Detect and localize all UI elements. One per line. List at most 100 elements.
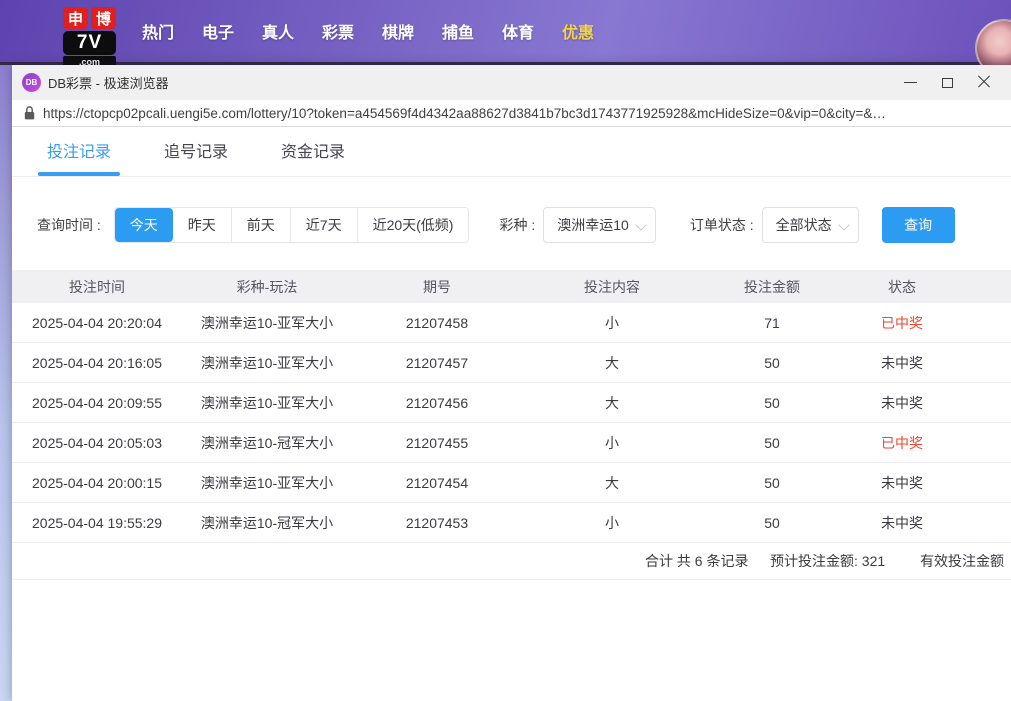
window-title: DB彩票 - 极速浏览器: [48, 73, 169, 92]
time-filter-group: 今天昨天前天近7天近20天(低频): [114, 207, 470, 243]
nav-item-sports[interactable]: 体育: [488, 19, 548, 43]
table-row: 2025-04-04 20:00:15澳洲幸运10-亚军大小21207454大5…: [12, 463, 1011, 503]
time-option-3[interactable]: 近7天: [290, 208, 357, 242]
cell-time: 2025-04-04 20:00:15: [12, 475, 182, 491]
minimize-button[interactable]: [892, 65, 929, 100]
cell-status: 已中奖: [842, 313, 962, 333]
filter-bar: 查询时间 : 今天昨天前天近7天近20天(低频) 彩种 : 澳洲幸运10 订单状…: [37, 207, 1011, 243]
cell-content: 大: [522, 393, 702, 413]
nav-item-hot[interactable]: 热门: [128, 19, 188, 43]
cell-content: 小: [522, 313, 702, 333]
nav-item-live[interactable]: 真人: [248, 19, 308, 43]
record-tabs: 投注记录追号记录资金记录: [12, 127, 1011, 177]
app-icon-text: DB: [26, 78, 38, 87]
chevron-down-icon: [838, 219, 849, 230]
time-filter-label: 查询时间 :: [37, 215, 101, 235]
url-bar[interactable]: https://ctopcp02pcali.uengi5e.com/lotter…: [12, 100, 1011, 127]
time-option-4[interactable]: 近20天(低频): [357, 208, 469, 242]
cell-issue: 21207458: [352, 315, 522, 331]
cell-content: 大: [522, 473, 702, 493]
cell-issue: 21207455: [352, 435, 522, 451]
browser-app-icon: DB: [22, 73, 41, 92]
summary-total: 合计 共 6 条记录: [645, 551, 748, 571]
column-header-5: 状态: [842, 277, 962, 297]
screen: 申 博 7V .com 热门电子真人彩票棋牌捕鱼体育优惠 DB DB彩票 - 极…: [0, 0, 1011, 701]
column-header-3: 投注内容: [522, 277, 702, 297]
cell-time: 2025-04-04 20:16:05: [12, 355, 182, 371]
time-option-0[interactable]: 今天: [115, 208, 173, 242]
tab-chase-records[interactable]: 追号记录: [155, 138, 237, 176]
status-filter-label: 订单状态 :: [690, 215, 754, 235]
logo-brand: 7V: [63, 31, 116, 55]
nav-item-promo[interactable]: 优惠: [548, 19, 608, 43]
logo-badge-1: 申: [63, 7, 88, 29]
cell-game: 澳洲幸运10-亚军大小: [182, 473, 352, 493]
cell-game: 澳洲幸运10-冠军大小: [182, 433, 352, 453]
cell-game: 澳洲幸运10-亚军大小: [182, 353, 352, 373]
table-row: 2025-04-04 20:09:55澳洲幸运10-亚军大小21207456大5…: [12, 383, 1011, 423]
cell-status: 未中奖: [842, 513, 962, 533]
site-logo[interactable]: 申 博 7V .com: [63, 7, 119, 67]
cell-issue: 21207457: [352, 355, 522, 371]
tab-fund-records[interactable]: 资金记录: [272, 138, 354, 176]
nav-item-lottery[interactable]: 彩票: [308, 19, 368, 43]
browser-window: DB DB彩票 - 极速浏览器 https://ctopcp02pcali.ue…: [12, 65, 1011, 701]
query-button[interactable]: 查询: [882, 207, 955, 243]
summary-expected-amount: 预计投注金额: 321: [770, 551, 885, 571]
order-status-value: 全部状态: [776, 215, 832, 235]
page-content: 投注记录追号记录资金记录 查询时间 : 今天昨天前天近7天近20天(低频) 彩种…: [12, 127, 1011, 580]
cell-time: 2025-04-04 20:09:55: [12, 395, 182, 411]
lottery-filter-label: 彩种 :: [499, 215, 535, 235]
cell-time: 2025-04-04 20:05:03: [12, 435, 182, 451]
logo-badge-2: 博: [91, 7, 116, 29]
bet-records-table: 投注时间彩种-玩法期号投注内容投注金额状态 2025-04-04 20:20:0…: [12, 270, 1011, 580]
cell-amount: 50: [702, 515, 842, 531]
cell-amount: 50: [702, 355, 842, 371]
cell-game: 澳洲幸运10-亚军大小: [182, 313, 352, 333]
nav-item-chess[interactable]: 棋牌: [368, 19, 428, 43]
cell-issue: 21207453: [352, 515, 522, 531]
minimize-icon: [904, 82, 917, 83]
url-text: https://ctopcp02pcali.uengi5e.com/lotter…: [43, 106, 886, 121]
logo-badges: 申 博: [63, 7, 119, 29]
site-header: 申 博 7V .com 热门电子真人彩票棋牌捕鱼体育优惠: [0, 0, 1011, 65]
table-row: 2025-04-04 20:16:05澳洲幸运10-亚军大小21207457大5…: [12, 343, 1011, 383]
time-option-1[interactable]: 昨天: [173, 208, 231, 242]
cell-amount: 50: [702, 395, 842, 411]
column-header-2: 期号: [352, 277, 522, 297]
table-row: 2025-04-04 20:05:03澳洲幸运10-冠军大小21207455小5…: [12, 423, 1011, 463]
chevron-down-icon: [635, 219, 646, 230]
site-nav: 热门电子真人彩票棋牌捕鱼体育优惠: [128, 0, 608, 62]
padlock-icon: [24, 106, 35, 120]
column-header-0: 投注时间: [12, 277, 182, 297]
cell-status: 未中奖: [842, 393, 962, 413]
summary-valid-amount: 有效投注金额: [920, 551, 1004, 571]
column-header-1: 彩种-玩法: [182, 277, 352, 297]
table-body: 2025-04-04 20:20:04澳洲幸运10-亚军大小21207458小7…: [12, 303, 1011, 543]
cell-game: 澳洲幸运10-冠军大小: [182, 513, 352, 533]
order-status-select[interactable]: 全部状态: [762, 207, 859, 243]
time-option-2[interactable]: 前天: [231, 208, 290, 242]
cell-amount: 50: [702, 435, 842, 451]
cell-issue: 21207456: [352, 395, 522, 411]
nav-item-slots[interactable]: 电子: [188, 19, 248, 43]
maximize-button[interactable]: [929, 65, 966, 100]
cell-time: 2025-04-04 19:55:29: [12, 515, 182, 531]
cell-issue: 21207454: [352, 475, 522, 491]
tab-bet-records[interactable]: 投注记录: [38, 138, 120, 176]
table-row: 2025-04-04 19:55:29澳洲幸运10-冠军大小21207453小5…: [12, 503, 1011, 543]
window-controls: [892, 65, 1011, 100]
cell-time: 2025-04-04 20:20:04: [12, 315, 182, 331]
table-summary: 合计 共 6 条记录 预计投注金额: 321 有效投注金额: [12, 543, 1011, 580]
table-row: 2025-04-04 20:20:04澳洲幸运10-亚军大小21207458小7…: [12, 303, 1011, 343]
cell-status: 未中奖: [842, 353, 962, 373]
cell-content: 小: [522, 433, 702, 453]
nav-item-fishing[interactable]: 捕鱼: [428, 19, 488, 43]
maximize-icon: [942, 78, 953, 88]
lottery-select[interactable]: 澳洲幸运10: [543, 207, 656, 243]
close-button[interactable]: [966, 65, 1003, 100]
cell-amount: 71: [702, 315, 842, 331]
cell-amount: 50: [702, 475, 842, 491]
cell-content: 大: [522, 353, 702, 373]
lottery-select-value: 澳洲幸运10: [557, 215, 629, 235]
